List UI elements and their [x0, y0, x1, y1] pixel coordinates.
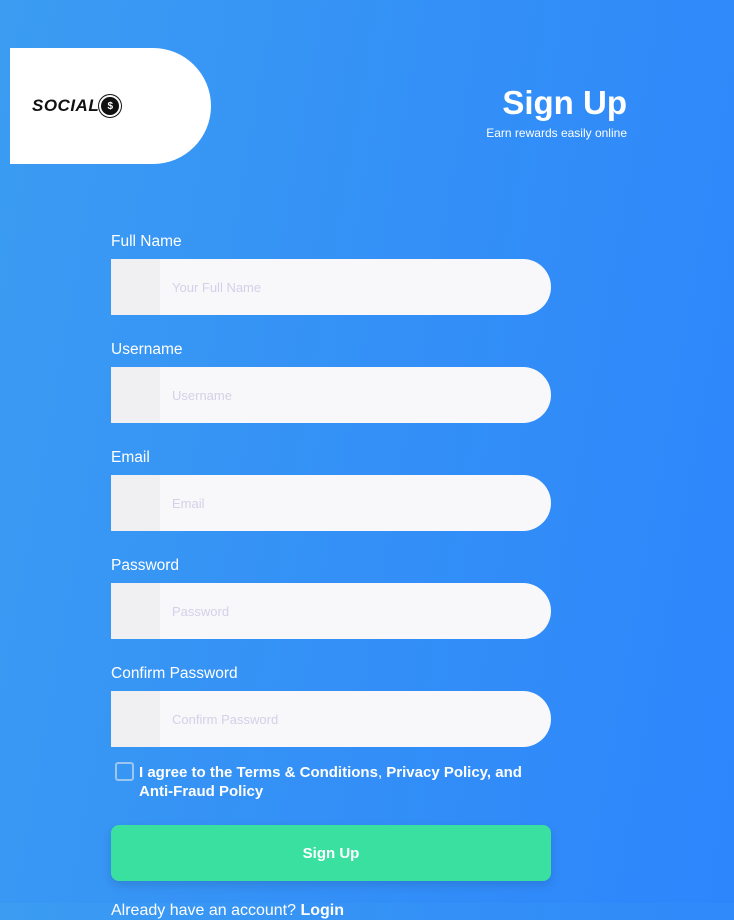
logo-text: SOCIAL: [32, 96, 100, 115]
signup-form: Full Name Username Email Password Confir…: [111, 233, 551, 920]
terms-checkbox[interactable]: [115, 762, 134, 781]
field-icon-area: [111, 583, 160, 639]
field-icon-area: [111, 367, 160, 423]
terms-text: I agree to the Terms & Conditions, Priva…: [139, 763, 551, 801]
and-text: , and: [486, 764, 522, 781]
confirm-password-input[interactable]: [160, 691, 551, 747]
terms-agreement: I agree to the Terms & Conditions, Priva…: [115, 762, 551, 801]
confirm-password-field: [111, 691, 551, 747]
full-name-input[interactable]: [160, 259, 551, 315]
email-label: Email: [111, 449, 150, 466]
password-label: Password: [111, 557, 180, 574]
field-icon-area: [111, 691, 160, 747]
confirm-password-label: Confirm Password: [111, 665, 238, 682]
username-input[interactable]: [160, 367, 551, 423]
fraud-link[interactable]: Anti-Fraud Policy: [139, 783, 263, 800]
password-field: [111, 583, 551, 639]
login-prompt: Already have an account? Login: [111, 902, 551, 920]
logo-card: SOCIAL $: [10, 48, 211, 164]
email-input[interactable]: [160, 475, 551, 531]
privacy-link[interactable]: Privacy Policy: [386, 764, 487, 781]
page-header: Sign Up Earn rewards easily online: [486, 84, 627, 140]
full-name-label: Full Name: [111, 233, 182, 250]
login-prompt-text: Already have an account?: [111, 902, 301, 919]
password-input[interactable]: [160, 583, 551, 639]
full-name-field: [111, 259, 551, 315]
login-link[interactable]: Login: [300, 902, 344, 919]
agree-prefix: I agree to the: [139, 764, 237, 781]
page-title: Sign Up: [502, 84, 627, 121]
coin-icon: $: [101, 97, 120, 115]
field-icon-area: [111, 475, 160, 531]
username-label: Username: [111, 341, 183, 358]
field-icon-area: [111, 259, 160, 315]
username-field: [111, 367, 551, 423]
email-field: [111, 475, 551, 531]
page-subtitle: Earn rewards easily online: [486, 126, 627, 140]
sign-up-button[interactable]: Sign Up: [111, 825, 551, 881]
terms-link[interactable]: Terms & Conditions: [237, 764, 378, 781]
